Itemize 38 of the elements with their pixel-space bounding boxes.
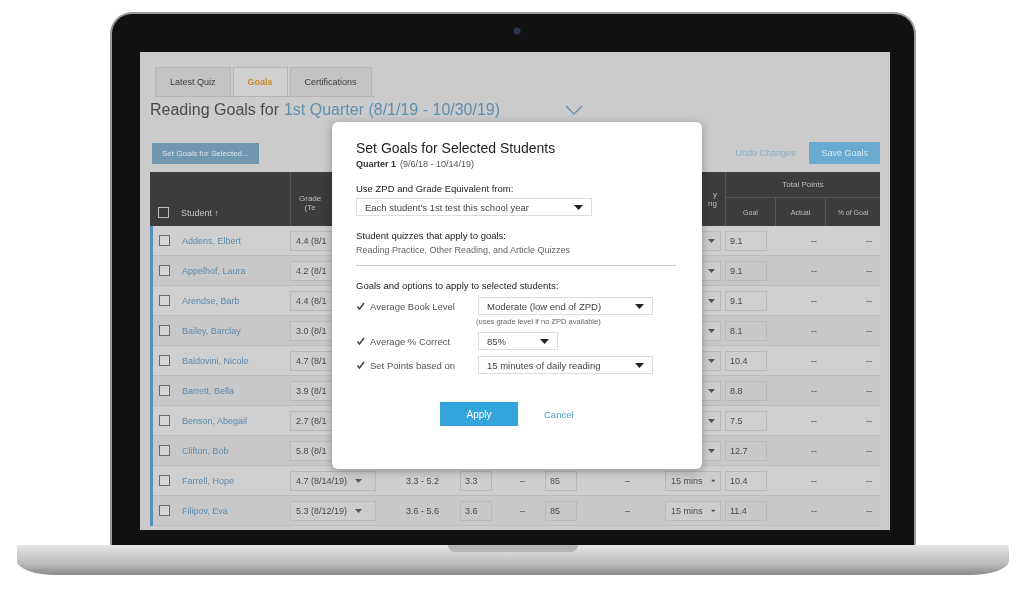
table-cell: – [625,475,630,486]
table-cell: -- [866,415,872,426]
section-label: Goals and options to apply to selected students: [356,280,560,291]
table-cell: -- [811,385,817,396]
column-header: Total Points [725,172,880,198]
table-cell: -- [811,505,817,516]
quarter-label: Quarter 1 [356,159,397,169]
option-label: Average % Correct [370,335,452,347]
table-cell: 3.3 - 5.2 [406,475,439,486]
table-cell: -- [866,295,872,306]
table-cell: -- [811,265,817,276]
table-cell: -- [811,475,817,486]
table-cell: -- [866,235,872,246]
table-cell: -- [811,445,817,456]
table-cell: -- [811,235,817,246]
table-cell: -- [811,355,817,366]
table-cell: -- [866,385,872,396]
table-cell: – [520,505,525,516]
table-cell: -- [866,445,872,456]
column-header: y ng [707,189,718,210]
table-cell: -- [866,475,872,486]
table-cell: -- [811,325,817,336]
quarter-dates: (9/6/18 - 10/14/19) [400,159,475,169]
table-cell: -- [866,265,872,276]
table-cell: -- [866,505,872,516]
option-label: Average Book Level [370,300,456,312]
table-cell: -- [866,325,872,336]
table-cell: -- [866,355,872,366]
table-cell: -- [811,415,817,426]
option-label: Set Points based on [370,359,457,371]
table-cell: – [625,505,630,516]
table-cell: -- [811,295,817,306]
page-title: Reading Goals for [150,101,279,119]
quizzes-text: Reading Practice, Other Reading, and Article Quizzes [356,245,572,255]
table-cell: – [520,475,525,486]
dialog-title: Set Goals for Selected Students [356,140,557,156]
table-cell: 3.6 - 5.6 [406,505,439,516]
section-label: Student quizzes that apply to goals: [356,230,507,241]
